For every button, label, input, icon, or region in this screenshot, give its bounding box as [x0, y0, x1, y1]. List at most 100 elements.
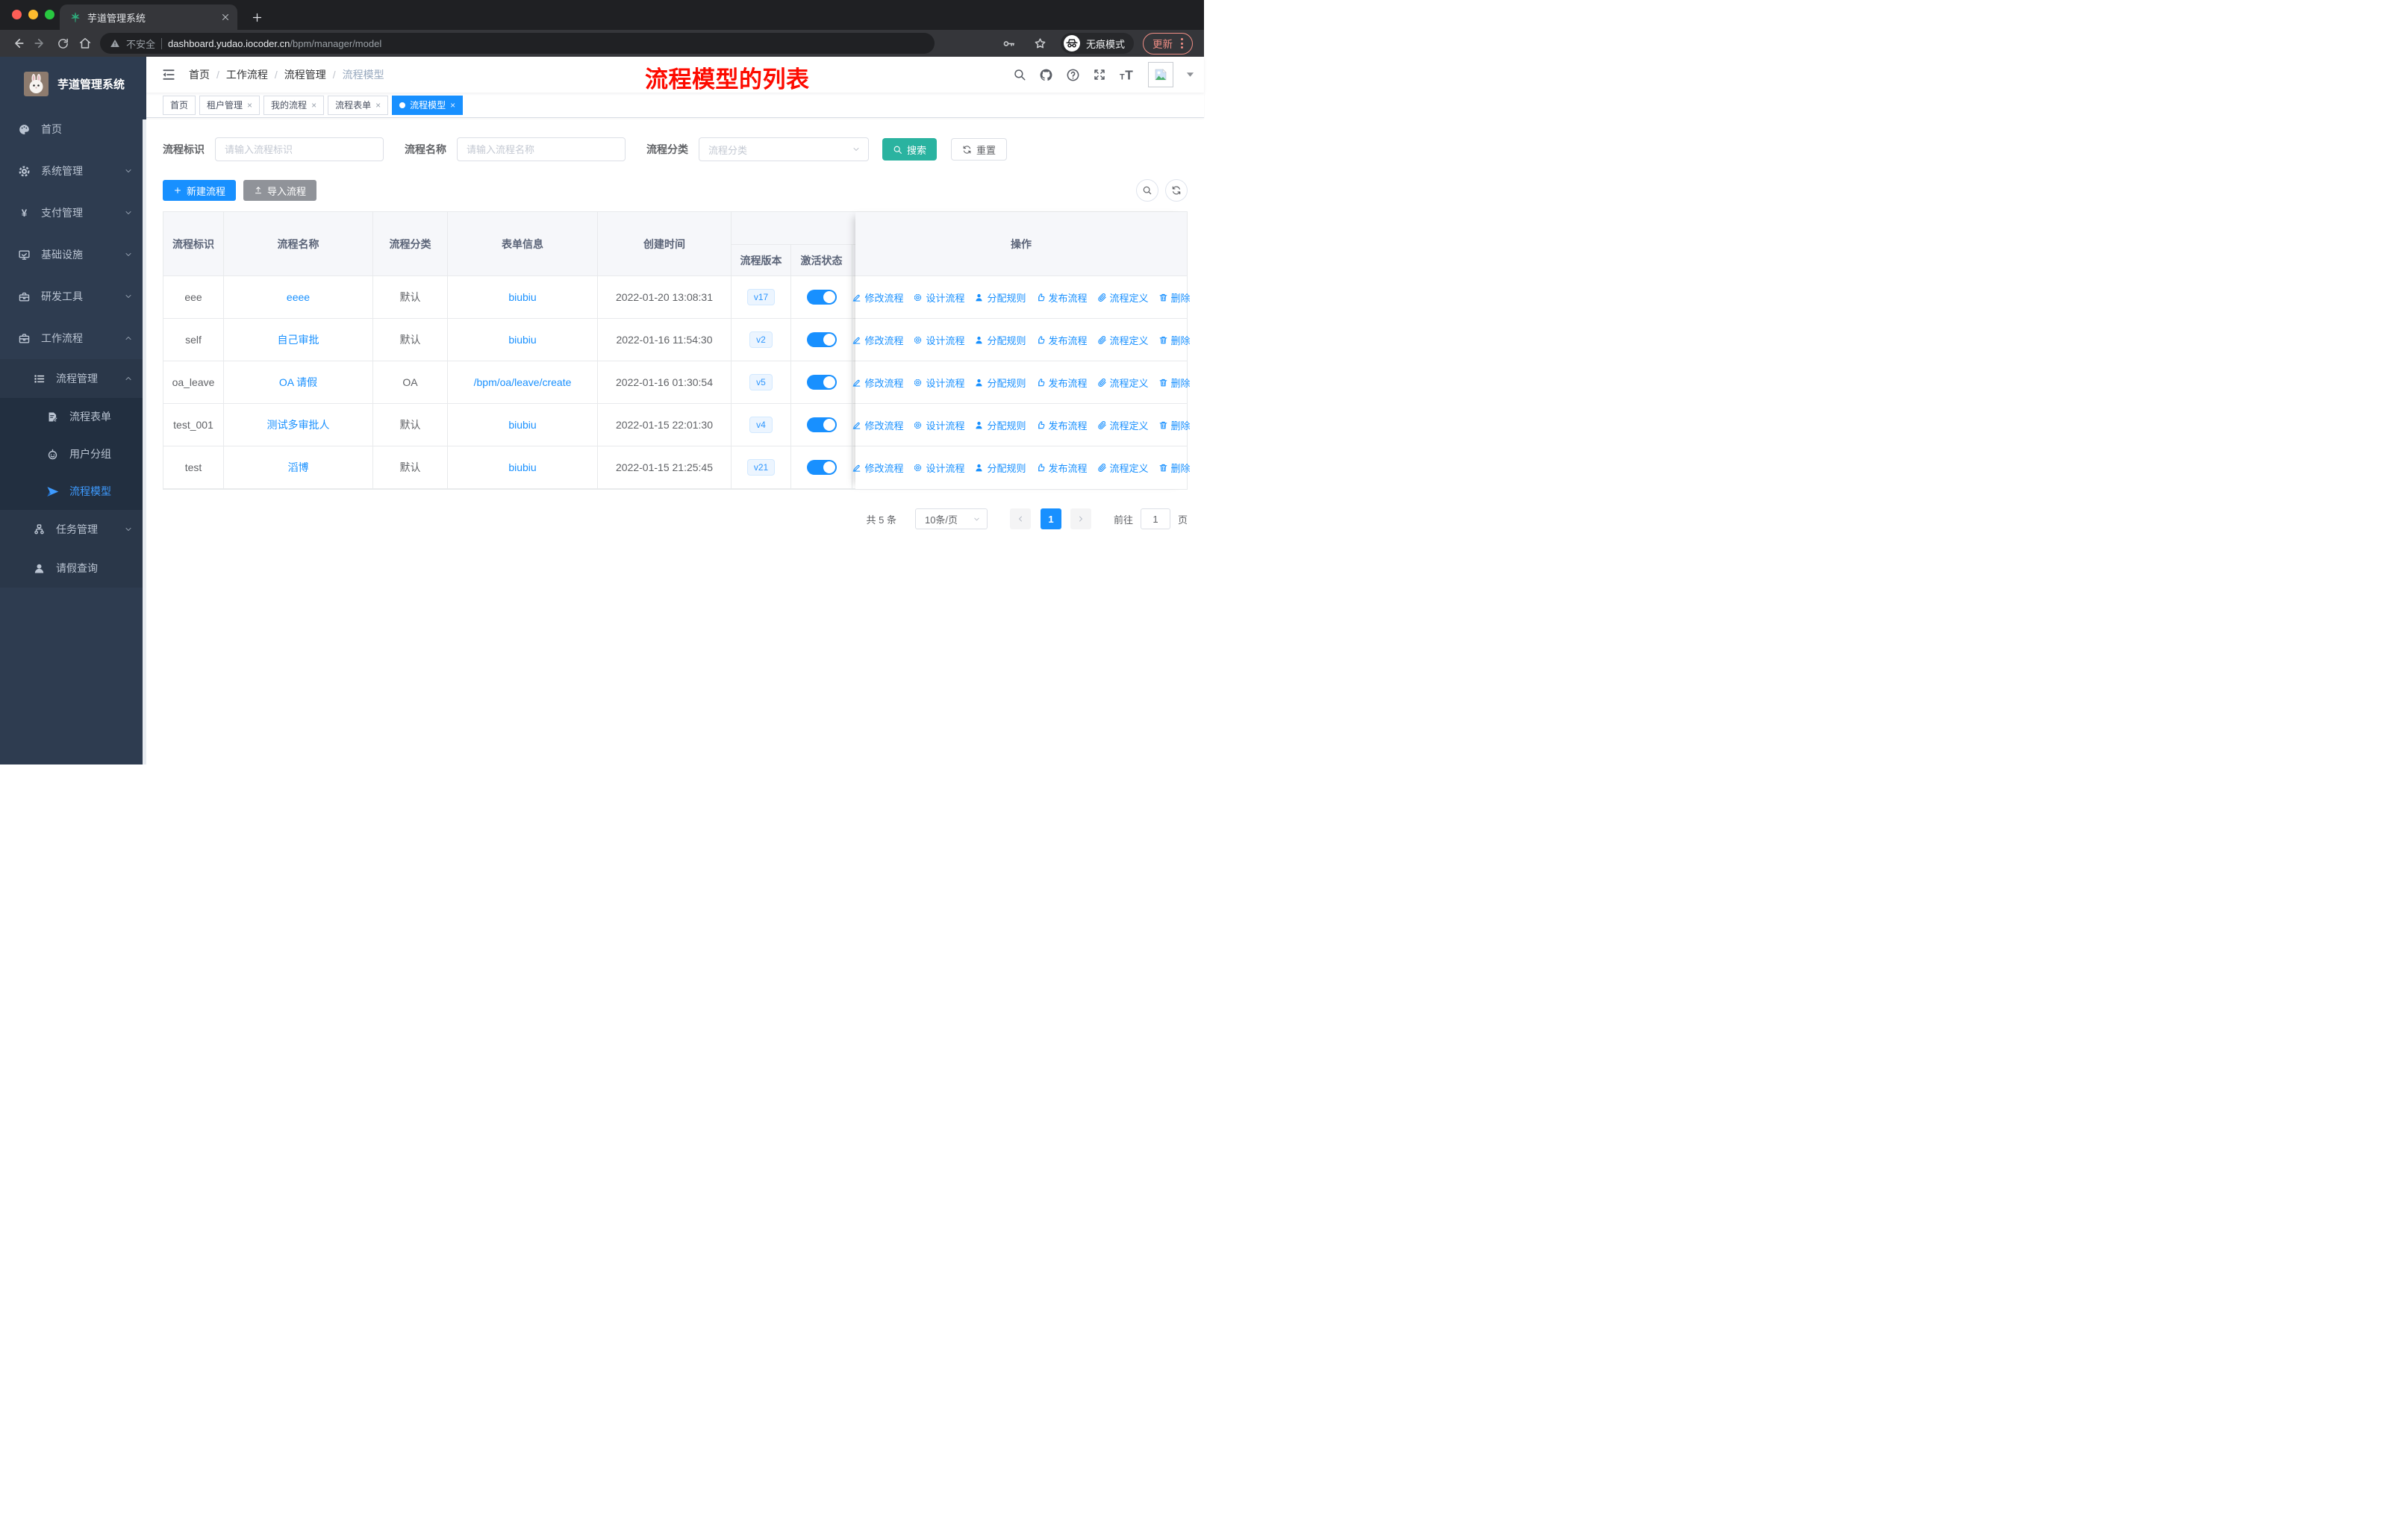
home-icon[interactable] — [74, 32, 96, 55]
new-tab-button[interactable] — [247, 7, 266, 27]
publish-process-link[interactable]: 发布流程 — [1036, 418, 1088, 432]
publish-process-link[interactable]: 发布流程 — [1036, 333, 1088, 347]
help-icon[interactable] — [1066, 68, 1080, 82]
tag-tenant[interactable]: 租户管理 × — [199, 95, 261, 115]
edit-process-link[interactable]: 修改流程 — [852, 461, 903, 475]
process-name-input[interactable] — [457, 137, 626, 161]
edit-process-link[interactable]: 修改流程 — [852, 376, 903, 390]
active-status-toggle[interactable] — [806, 417, 837, 432]
sidebar-item-system[interactable]: 系统管理 — [0, 150, 146, 192]
security-label[interactable]: 不安全 — [126, 37, 155, 51]
active-status-toggle[interactable] — [806, 332, 837, 347]
active-status-toggle[interactable] — [806, 290, 837, 305]
forward-icon[interactable] — [29, 32, 52, 55]
update-chrome-button[interactable]: 更新 — [1143, 32, 1193, 55]
browser-tab[interactable]: 芋道管理系统 — [60, 4, 237, 30]
github-icon[interactable] — [1039, 68, 1053, 82]
sidebar-scrollbar[interactable] — [143, 119, 146, 764]
reset-button[interactable]: 重置 — [951, 138, 1008, 161]
sidebar-item-user-group[interactable]: 用户分组 — [0, 435, 146, 473]
design-process-link[interactable]: 设计流程 — [913, 461, 964, 475]
delete-link[interactable]: 删除 — [1158, 461, 1191, 475]
page-size-select[interactable]: 10条/页 — [914, 508, 988, 529]
bookmark-star-icon[interactable] — [1029, 32, 1052, 55]
process-id-input[interactable] — [215, 137, 384, 161]
prev-page-button[interactable] — [1009, 508, 1031, 529]
refresh-list-button[interactable] — [1165, 179, 1188, 202]
close-icon[interactable]: × — [450, 100, 455, 110]
show-search-toggle-button[interactable] — [1136, 179, 1158, 202]
next-page-button[interactable] — [1070, 508, 1091, 529]
zoom-window-button[interactable] — [45, 10, 54, 19]
delete-link[interactable]: 删除 — [1158, 333, 1191, 347]
design-process-link[interactable]: 设计流程 — [913, 333, 964, 347]
breadcrumb-item[interactable]: 首页 — [189, 67, 210, 82]
fullscreen-icon[interactable] — [1093, 68, 1106, 81]
form-info-link[interactable]: biubiu — [508, 334, 536, 346]
process-name-link[interactable]: eeee — [287, 291, 310, 303]
collapse-sidebar-icon[interactable] — [161, 67, 176, 82]
sidebar-item-home[interactable]: 首页 — [0, 108, 146, 150]
delete-link[interactable]: 删除 — [1158, 418, 1191, 432]
close-window-button[interactable] — [12, 10, 22, 19]
breadcrumb-item[interactable]: 工作流程 — [226, 67, 268, 82]
process-name-link[interactable]: 自己审批 — [278, 332, 319, 347]
process-name-link[interactable]: 滔博 — [288, 460, 309, 475]
sidebar-item-process-model[interactable]: 流程模型 — [0, 473, 146, 510]
sidebar-item-payment[interactable]: ¥ 支付管理 — [0, 192, 146, 234]
sidebar-item-dev-tools[interactable]: 研发工具 — [0, 275, 146, 317]
url-bar[interactable]: 不安全 dashboard.yudao.iocoder.cn/bpm/manag… — [100, 33, 935, 54]
assign-rule-link[interactable]: 分配规则 — [974, 333, 1026, 347]
process-definition-link[interactable]: 流程定义 — [1097, 376, 1149, 390]
avatar-caret-icon[interactable] — [1186, 72, 1194, 78]
header-search-icon[interactable] — [1013, 68, 1026, 81]
active-status-toggle[interactable] — [806, 460, 837, 475]
process-definition-link[interactable]: 流程定义 — [1097, 333, 1149, 347]
password-key-icon[interactable] — [998, 32, 1020, 55]
tab-close-icon[interactable] — [221, 13, 230, 22]
font-size-icon[interactable]: TT — [1119, 67, 1135, 82]
tag-process-model[interactable]: 流程模型 × — [392, 95, 464, 115]
publish-process-link[interactable]: 发布流程 — [1036, 376, 1088, 390]
import-process-button[interactable]: 导入流程 — [243, 180, 317, 201]
breadcrumb-item[interactable]: 流程管理 — [284, 67, 326, 82]
tag-process-form[interactable]: 流程表单 × — [328, 95, 389, 115]
process-definition-link[interactable]: 流程定义 — [1097, 461, 1149, 475]
back-icon[interactable] — [7, 32, 29, 55]
design-process-link[interactable]: 设计流程 — [913, 290, 964, 305]
reload-icon[interactable] — [52, 32, 74, 55]
sidebar-item-process-form[interactable]: 流程表单 — [0, 398, 146, 435]
delete-link[interactable]: 删除 — [1158, 376, 1191, 390]
sidebar-item-infrastructure[interactable]: 基础设施 — [0, 234, 146, 275]
avatar[interactable] — [1148, 62, 1173, 87]
sidebar-item-workflow[interactable]: 工作流程 — [0, 317, 146, 359]
edit-process-link[interactable]: 修改流程 — [852, 418, 903, 432]
close-icon[interactable]: × — [311, 100, 316, 110]
url-text[interactable]: dashboard.yudao.iocoder.cn/bpm/manager/m… — [168, 38, 381, 49]
design-process-link[interactable]: 设计流程 — [913, 376, 964, 390]
edit-process-link[interactable]: 修改流程 — [852, 333, 903, 347]
assign-rule-link[interactable]: 分配规则 — [974, 418, 1026, 432]
edit-process-link[interactable]: 修改流程 — [852, 290, 903, 305]
process-name-link[interactable]: 测试多审批人 — [267, 417, 330, 432]
form-info-link[interactable]: biubiu — [508, 419, 536, 431]
delete-link[interactable]: 删除 — [1158, 290, 1191, 305]
close-icon[interactable]: × — [247, 100, 252, 110]
app-logo[interactable]: 芋道管理系统 — [0, 57, 146, 108]
window-controls[interactable] — [12, 10, 54, 19]
sidebar-item-task-management[interactable]: 任务管理 — [0, 510, 146, 549]
tag-my-process[interactable]: 我的流程 × — [263, 95, 325, 115]
assign-rule-link[interactable]: 分配规则 — [974, 376, 1026, 390]
form-info-link[interactable]: biubiu — [508, 291, 536, 303]
browser-menu-icon[interactable] — [1181, 38, 1183, 49]
tag-home[interactable]: 首页 — [163, 95, 196, 115]
publish-process-link[interactable]: 发布流程 — [1036, 461, 1088, 475]
process-definition-link[interactable]: 流程定义 — [1097, 290, 1149, 305]
publish-process-link[interactable]: 发布流程 — [1036, 290, 1088, 305]
assign-rule-link[interactable]: 分配规则 — [974, 290, 1026, 305]
sidebar-item-process-management[interactable]: 流程管理 — [0, 359, 146, 398]
current-page-button[interactable]: 1 — [1040, 508, 1061, 529]
form-info-link[interactable]: /bpm/oa/leave/create — [474, 376, 572, 388]
minimize-window-button[interactable] — [28, 10, 38, 19]
form-info-link[interactable]: biubiu — [508, 461, 536, 473]
